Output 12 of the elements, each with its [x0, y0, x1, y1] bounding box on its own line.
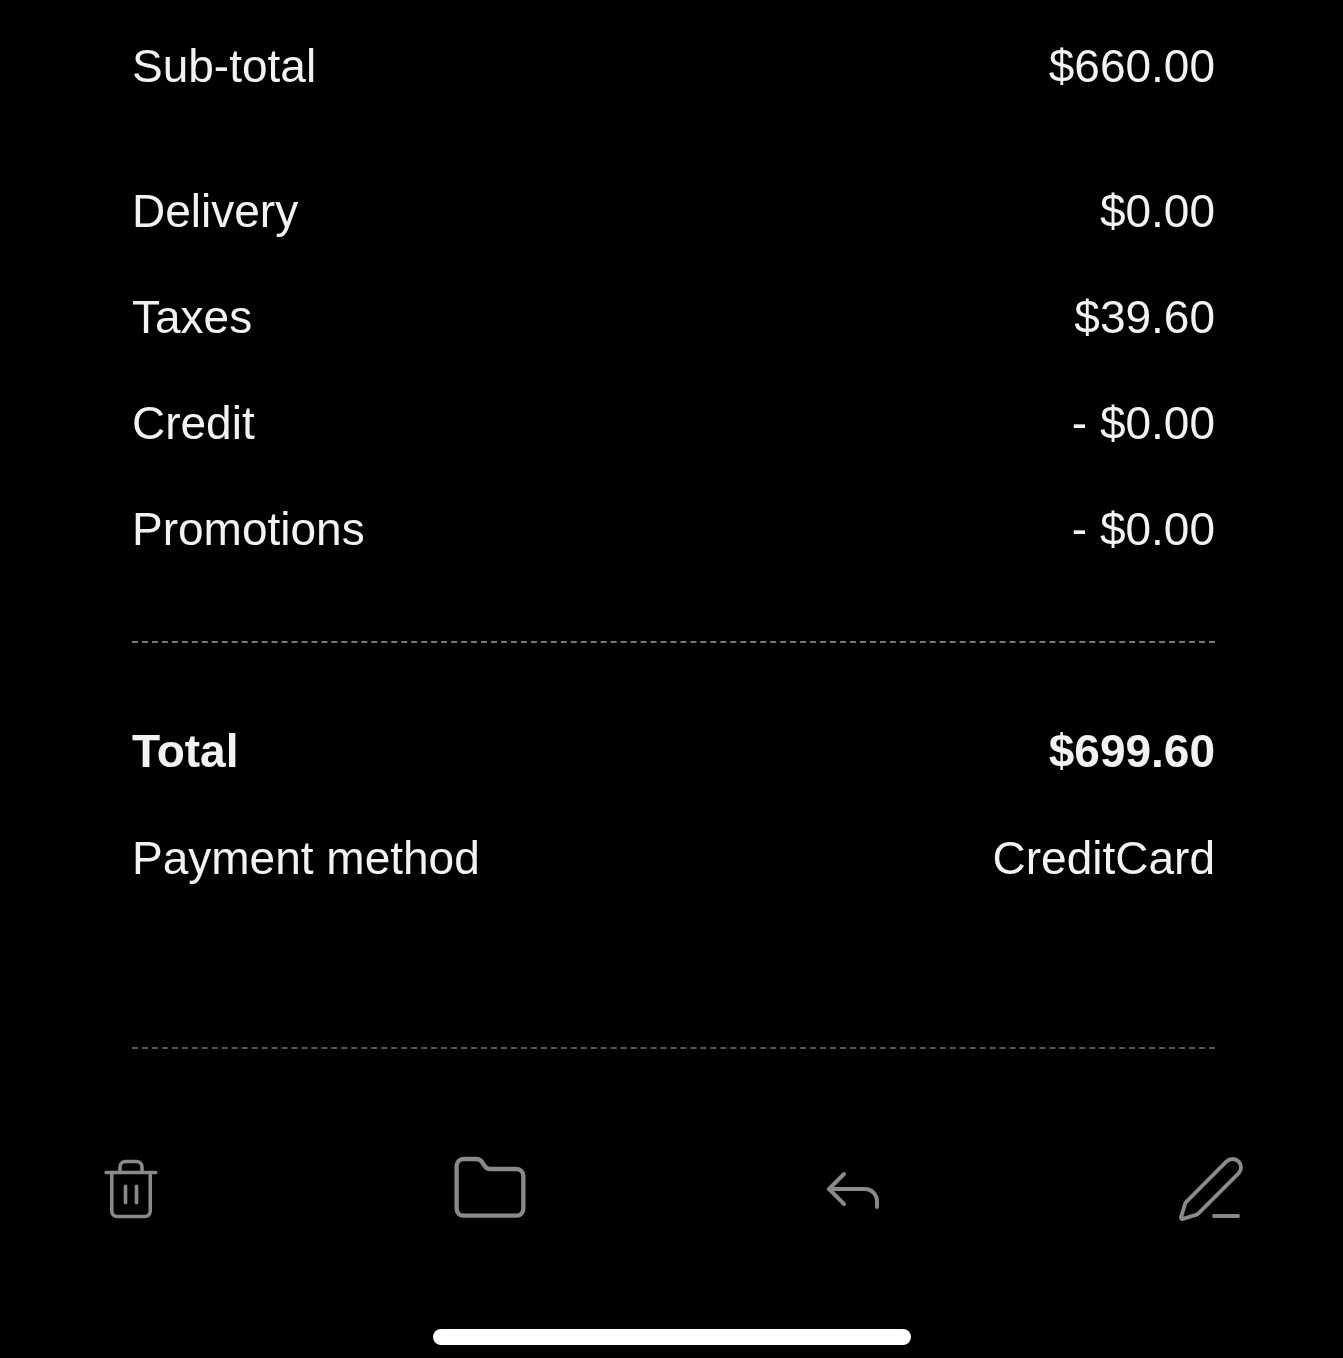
row-value: CreditCard: [992, 835, 1215, 881]
row-value: - $0.00: [1071, 400, 1215, 446]
row-value: $660.00: [1048, 43, 1215, 89]
row-label: Total: [132, 728, 239, 774]
row-value: $699.60: [1048, 728, 1215, 774]
row-value: - $0.00: [1071, 506, 1215, 552]
row-value: $0.00: [1099, 188, 1215, 234]
row-label: Credit: [132, 400, 255, 446]
row-label: Taxes: [132, 294, 253, 340]
row-label: Sub-total: [132, 43, 317, 89]
row-value: $39.60: [1074, 294, 1215, 340]
row-label: Promotions: [132, 506, 365, 552]
